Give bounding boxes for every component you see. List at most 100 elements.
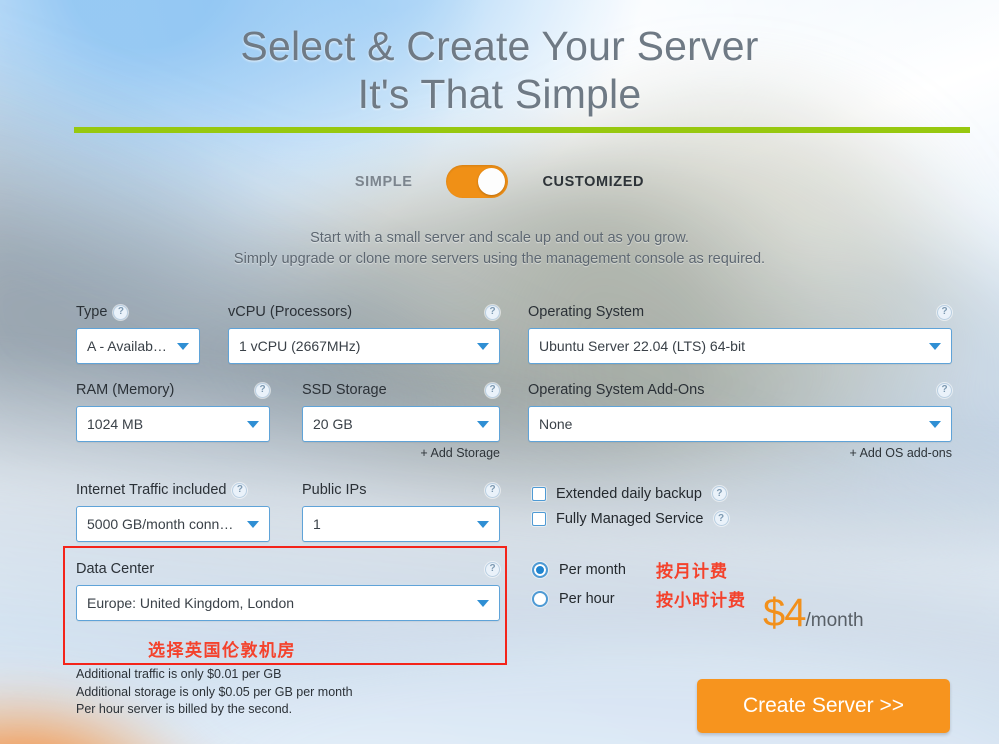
- page-title: Select & Create Your Server It's That Si…: [0, 0, 999, 118]
- field-data-center-label-text: Data Center: [76, 561, 155, 577]
- per-month-radio[interactable]: [532, 561, 548, 578]
- pricing-notes: Additional traffic is only $0.01 per GB …: [76, 666, 353, 719]
- field-type-label-text: Type: [76, 304, 108, 320]
- field-operating-system: Operating System ? Ubuntu Server 22.04 (…: [528, 303, 952, 364]
- field-vcpu-label: vCPU (Processors) ?: [228, 303, 500, 321]
- help-icon[interactable]: ?: [485, 561, 500, 577]
- toggle-knob: [478, 168, 506, 195]
- help-icon[interactable]: ?: [713, 511, 729, 526]
- field-type: Type ? A - Availability: [76, 303, 200, 364]
- extended-daily-backup-label: Extended daily backup: [556, 485, 702, 502]
- radio-row[interactable]: Per month 按月计费: [532, 555, 952, 584]
- addon-checkbox-group: Extended daily backup ? Fully Managed Se…: [532, 481, 952, 531]
- vcpu-dropdown[interactable]: 1 vCPU (2667MHz): [228, 328, 500, 364]
- radio-row[interactable]: Per hour 按小时计费: [532, 584, 952, 613]
- field-ssd-storage: SSD Storage ? 20 GB + Add Storage: [302, 381, 500, 460]
- type-dropdown[interactable]: A - Availability: [76, 328, 200, 364]
- extended-daily-backup-checkbox[interactable]: [532, 486, 546, 501]
- price-period: /month: [805, 610, 864, 631]
- internet-traffic-dropdown-value: 5000 GB/month conne…: [87, 516, 239, 532]
- help-icon[interactable]: ?: [255, 382, 270, 398]
- lead-paragraph: Start with a small server and scale up a…: [0, 228, 999, 270]
- field-ram-label: RAM (Memory) ?: [76, 381, 270, 399]
- public-ips-dropdown-value: 1: [313, 516, 321, 532]
- field-data-center: Data Center ? Europe: United Kingdom, Lo…: [76, 560, 500, 621]
- toggle-label-customized[interactable]: CUSTOMIZED: [542, 174, 644, 190]
- per-month-label: Per month: [559, 561, 626, 578]
- chevron-down-icon: [177, 342, 189, 350]
- pricing-note-line-2: Additional storage is only $0.05 per GB …: [76, 684, 353, 699]
- help-icon[interactable]: ?: [937, 382, 952, 398]
- ssd-storage-dropdown[interactable]: 20 GB: [302, 406, 500, 442]
- lead-line-2: Simply upgrade or clone more servers usi…: [233, 251, 766, 267]
- field-os-label-text: Operating System: [528, 304, 645, 320]
- os-addons-dropdown-value: None: [539, 416, 573, 432]
- type-dropdown-value: A - Availability: [87, 338, 169, 354]
- field-ssd-label-text: SSD Storage: [302, 382, 387, 398]
- help-icon[interactable]: ?: [485, 304, 500, 320]
- checkbox-row[interactable]: Extended daily backup ?: [532, 481, 952, 506]
- chevron-down-icon: [477, 520, 489, 528]
- per-hour-annotation: 按小时计费: [656, 591, 746, 610]
- add-storage-link[interactable]: + Add Storage: [302, 446, 500, 460]
- field-os-addons-label: Operating System Add-Ons ?: [528, 381, 952, 399]
- checkbox-row[interactable]: Fully Managed Service ?: [532, 506, 952, 531]
- data-center-annotation: 选择英国伦敦机房: [148, 641, 296, 660]
- mode-toggle-switch[interactable]: [446, 165, 509, 198]
- os-addons-dropdown[interactable]: None: [528, 406, 952, 442]
- add-os-addons-link[interactable]: + Add OS add-ons: [528, 446, 952, 460]
- field-vcpu: vCPU (Processors) ? 1 vCPU (2667MHz): [228, 303, 500, 364]
- operating-system-dropdown-value: Ubuntu Server 22.04 (LTS) 64-bit: [539, 338, 745, 354]
- field-os-addons: Operating System Add-Ons ? None + Add OS…: [528, 381, 952, 460]
- chevron-down-icon: [477, 420, 489, 428]
- ram-dropdown[interactable]: 1024 MB: [76, 406, 270, 442]
- chevron-down-icon: [929, 420, 941, 428]
- field-type-label: Type ?: [76, 303, 200, 321]
- public-ips-dropdown[interactable]: 1: [302, 506, 500, 542]
- green-divider: [74, 127, 970, 133]
- field-public-ips-label-text: Public IPs: [302, 482, 367, 498]
- help-icon[interactable]: ?: [485, 382, 500, 398]
- vcpu-dropdown-value: 1 vCPU (2667MHz): [239, 338, 361, 354]
- fully-managed-service-label: Fully Managed Service: [556, 510, 704, 527]
- toggle-label-simple[interactable]: SIMPLE: [355, 174, 413, 190]
- per-hour-label: Per hour: [559, 590, 615, 607]
- pricing-note-line-3: Per hour server is billed by the second.: [76, 702, 293, 716]
- page-title-line-1: Select & Create Your Server: [240, 23, 759, 69]
- help-icon[interactable]: ?: [232, 482, 248, 498]
- pricing-note-line-1: Additional traffic is only $0.01 per GB: [76, 667, 282, 681]
- operating-system-dropdown[interactable]: Ubuntu Server 22.04 (LTS) 64-bit: [528, 328, 952, 364]
- data-center-dropdown[interactable]: Europe: United Kingdom, London: [76, 585, 500, 621]
- field-internet-traffic: Internet Traffic included ? 5000 GB/mont…: [76, 481, 270, 542]
- help-icon[interactable]: ?: [113, 304, 129, 320]
- chevron-down-icon: [247, 420, 259, 428]
- chevron-down-icon: [477, 342, 489, 350]
- help-icon[interactable]: ?: [485, 482, 500, 498]
- price-amount: $4: [763, 591, 806, 635]
- field-vcpu-label-text: vCPU (Processors): [228, 304, 353, 320]
- field-ram-label-text: RAM (Memory): [76, 382, 175, 398]
- field-os-addons-label-text: Operating System Add-Ons: [528, 382, 705, 398]
- chevron-down-icon: [929, 342, 941, 350]
- field-public-ips: Public IPs ? 1: [302, 481, 500, 542]
- field-public-ips-label: Public IPs ?: [302, 481, 500, 499]
- help-icon[interactable]: ?: [711, 486, 727, 501]
- field-ram: RAM (Memory) ? 1024 MB: [76, 381, 270, 442]
- data-center-dropdown-value: Europe: United Kingdom, London: [87, 595, 295, 611]
- per-hour-radio[interactable]: [532, 590, 548, 607]
- field-os-label: Operating System ?: [528, 303, 952, 321]
- field-ssd-label: SSD Storage ?: [302, 381, 500, 399]
- field-traffic-label: Internet Traffic included ?: [76, 481, 270, 499]
- lead-line-1: Start with a small server and scale up a…: [310, 230, 689, 246]
- ssd-storage-dropdown-value: 20 GB: [313, 416, 353, 432]
- fully-managed-service-checkbox[interactable]: [532, 511, 546, 526]
- field-traffic-label-text: Internet Traffic included: [76, 482, 227, 498]
- field-data-center-label: Data Center ?: [76, 560, 500, 578]
- chevron-down-icon: [477, 599, 489, 607]
- create-server-button[interactable]: Create Server >>: [697, 679, 950, 733]
- page-title-line-2: It's That Simple: [357, 71, 642, 117]
- price-display: $4/month: [763, 591, 864, 636]
- ram-dropdown-value: 1024 MB: [87, 416, 144, 432]
- internet-traffic-dropdown[interactable]: 5000 GB/month conne…: [76, 506, 270, 542]
- help-icon[interactable]: ?: [937, 304, 952, 320]
